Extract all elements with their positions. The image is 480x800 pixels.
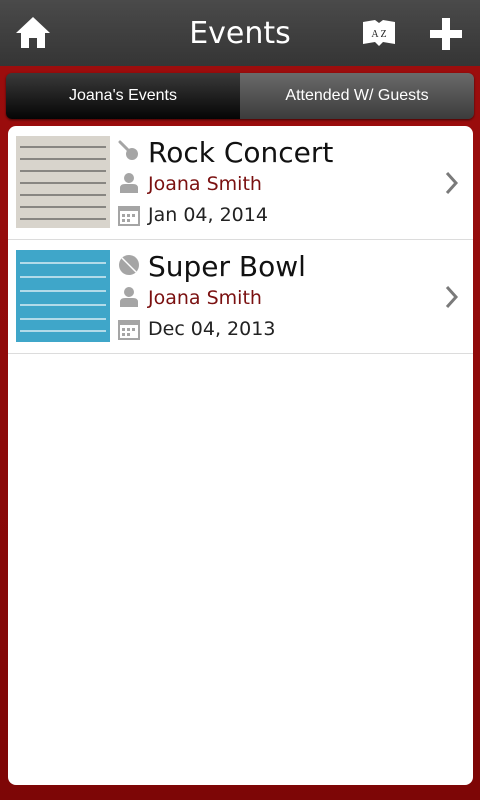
event-name: Rock Concert [148, 136, 334, 169]
person-icon [120, 287, 138, 307]
tab-label: Attended W/ Guests [285, 87, 429, 104]
tab-bar: Joana's Events Attended W/ Guests [6, 73, 474, 119]
plus-icon[interactable] [428, 16, 464, 52]
top-bar: Events A Z [0, 0, 480, 66]
calendar-icon [118, 206, 140, 226]
ball-icon [119, 255, 139, 275]
event-name: Super Bowl [148, 250, 306, 283]
page-title: Events [189, 15, 291, 51]
tab-joanas-events[interactable]: Joana's Events [6, 73, 240, 119]
event-date: Dec 04, 2013 [148, 318, 276, 340]
guitar-icon [118, 140, 138, 160]
event-host: Joana Smith [148, 173, 262, 195]
event-date: Jan 04, 2014 [148, 204, 268, 226]
sort-az-label: A Z [371, 29, 386, 40]
concert-ticket-image [16, 136, 110, 228]
tab-attended-with-guests[interactable]: Attended W/ Guests [240, 73, 474, 119]
game-ticket-image [16, 250, 110, 342]
person-icon [120, 173, 138, 193]
event-row-rock-concert[interactable]: Rock Concert Joana Smith Jan 04, 2014 [8, 126, 473, 240]
event-row-super-bowl[interactable]: Super Bowl Joana Smith Dec 04, 2013 [8, 240, 473, 354]
home-icon[interactable] [14, 14, 52, 52]
chevron-right-icon[interactable] [444, 170, 460, 196]
event-host: Joana Smith [148, 287, 262, 309]
sort-az-icon[interactable]: A Z [362, 19, 396, 47]
tab-label: Joana's Events [68, 87, 177, 104]
calendar-icon [118, 320, 140, 340]
chevron-right-icon[interactable] [444, 284, 460, 310]
events-list: Rock Concert Joana Smith Jan 04, 2014 Su… [8, 126, 473, 785]
